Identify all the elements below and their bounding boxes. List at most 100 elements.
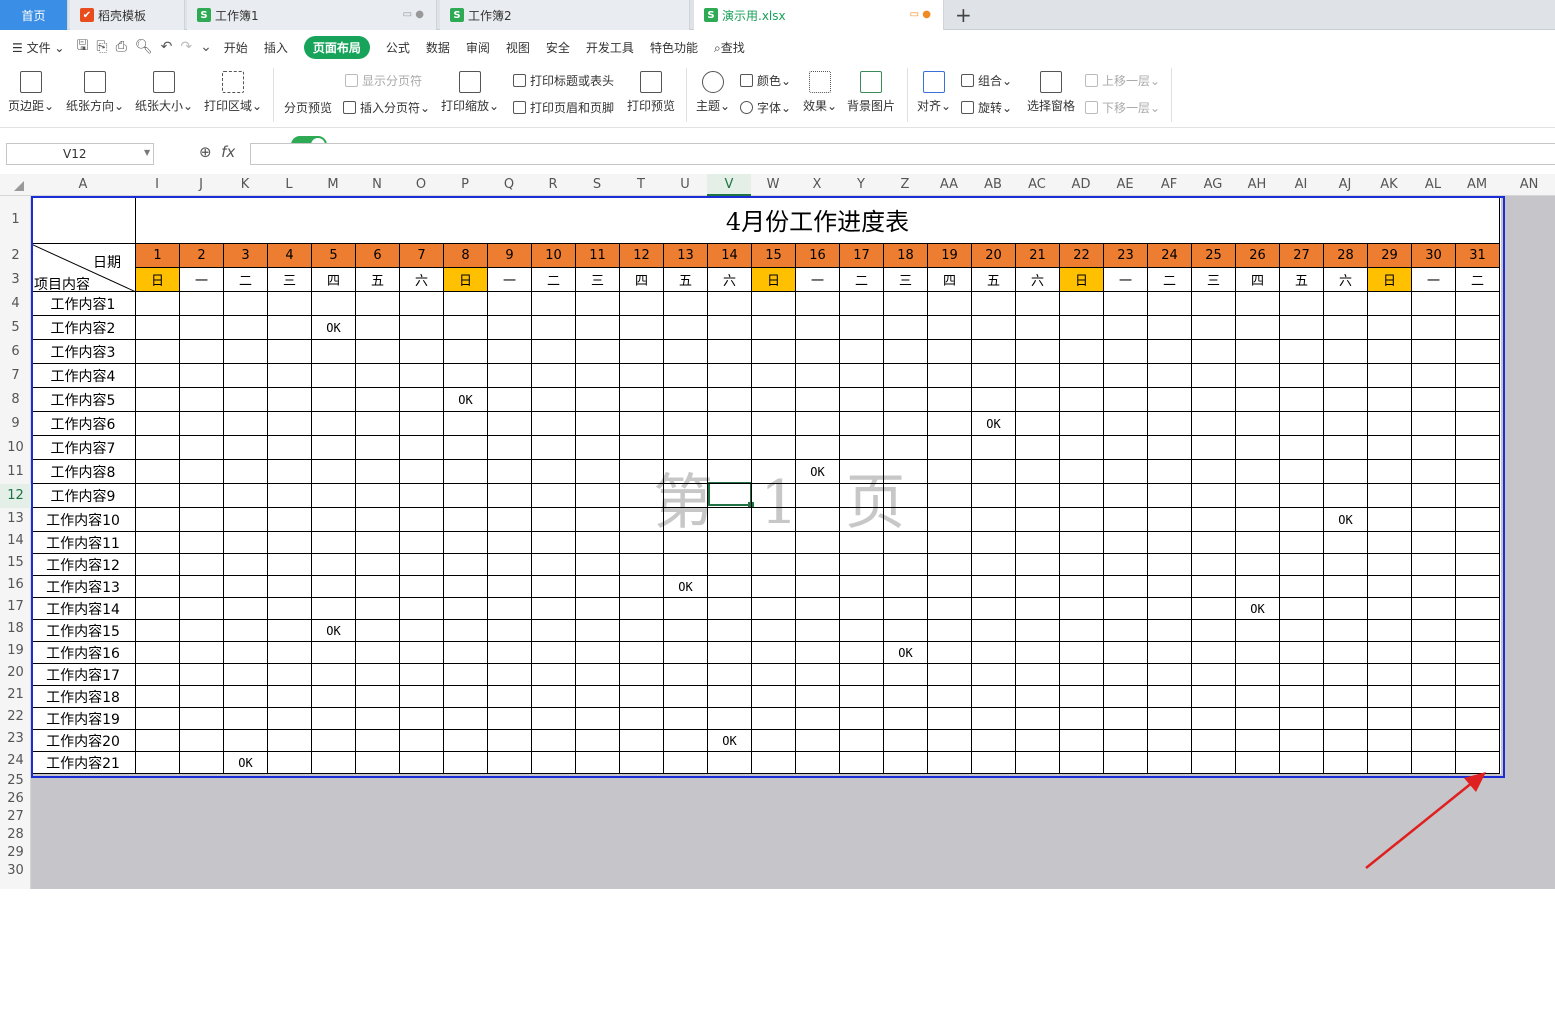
empty-cell[interactable] (1456, 576, 1500, 598)
row-header-25[interactable]: 25 (0, 772, 31, 790)
empty-cell[interactable] (356, 484, 400, 508)
empty-cell[interactable] (620, 316, 664, 340)
effects-button[interactable]: 效果⌄ (803, 71, 837, 114)
empty-cell[interactable] (312, 752, 356, 774)
empty-cell[interactable] (664, 364, 708, 388)
empty-cell[interactable] (928, 620, 972, 642)
row-header-11[interactable]: 11 (0, 460, 31, 484)
empty-cell[interactable] (576, 484, 620, 508)
empty-cell[interactable] (840, 642, 884, 664)
empty-cell[interactable] (796, 576, 840, 598)
empty-cell[interactable] (1412, 484, 1456, 508)
empty-cell[interactable] (752, 576, 796, 598)
empty-cell[interactable] (796, 292, 840, 316)
empty-cell[interactable] (1456, 484, 1500, 508)
menu-special[interactable]: 特色功能 (650, 39, 698, 56)
empty-cell[interactable] (224, 598, 268, 620)
empty-cell[interactable] (796, 340, 840, 364)
empty-cell[interactable] (840, 388, 884, 412)
empty-cell[interactable] (224, 664, 268, 686)
empty-cell[interactable] (488, 554, 532, 576)
empty-cell[interactable] (1104, 620, 1148, 642)
empty-cell[interactable] (1192, 436, 1236, 460)
column-header-n[interactable]: N (355, 174, 399, 196)
empty-cell[interactable] (972, 664, 1016, 686)
empty-cell[interactable] (268, 554, 312, 576)
column-header-ai[interactable]: AI (1279, 174, 1323, 196)
empty-cell[interactable] (1324, 412, 1368, 436)
new-tab-plus-icon[interactable]: + (955, 3, 972, 27)
empty-cell[interactable] (1368, 508, 1412, 532)
empty-cell[interactable] (708, 554, 752, 576)
weekday-cell[interactable]: 二 (532, 268, 576, 292)
empty-cell[interactable] (796, 484, 840, 508)
empty-cell[interactable] (1148, 642, 1192, 664)
empty-cell[interactable] (1192, 364, 1236, 388)
quick-access-more-icon[interactable]: ⌄ (200, 39, 212, 55)
empty-cell[interactable] (752, 686, 796, 708)
empty-cell[interactable] (1104, 532, 1148, 554)
weekday-cell[interactable]: 六 (400, 268, 444, 292)
empty-cell[interactable] (268, 730, 312, 752)
empty-cell[interactable] (224, 292, 268, 316)
empty-cell[interactable] (1016, 460, 1060, 484)
empty-cell[interactable] (312, 708, 356, 730)
column-header-ac[interactable]: AC (1015, 174, 1059, 196)
empty-cell[interactable] (1456, 598, 1500, 620)
empty-cell[interactable] (752, 554, 796, 576)
empty-cell[interactable] (1104, 316, 1148, 340)
empty-cell[interactable] (752, 412, 796, 436)
empty-cell[interactable] (444, 364, 488, 388)
empty-cell[interactable] (1148, 388, 1192, 412)
empty-cell[interactable] (796, 436, 840, 460)
empty-cell[interactable] (664, 316, 708, 340)
empty-cell[interactable] (884, 460, 928, 484)
empty-cell[interactable] (268, 752, 312, 774)
print-scale-button[interactable]: 打印缩放⌄ (441, 71, 499, 114)
empty-cell[interactable] (1412, 642, 1456, 664)
menu-page-layout[interactable]: 页面布局 (303, 35, 370, 59)
undo-icon[interactable]: ↶ (161, 39, 173, 55)
row-header-7[interactable]: 7 (0, 364, 31, 388)
empty-cell[interactable] (1412, 364, 1456, 388)
empty-cell[interactable] (752, 484, 796, 508)
empty-cell[interactable] (1236, 664, 1280, 686)
empty-cell[interactable] (268, 388, 312, 412)
column-header-m[interactable]: M (311, 174, 355, 196)
empty-cell[interactable] (840, 554, 884, 576)
empty-cell[interactable] (972, 508, 1016, 532)
empty-cell[interactable] (356, 436, 400, 460)
empty-cell[interactable] (620, 484, 664, 508)
empty-cell[interactable] (576, 708, 620, 730)
empty-cell[interactable] (180, 292, 224, 316)
empty-cell[interactable] (312, 642, 356, 664)
weekday-cell[interactable]: 一 (796, 268, 840, 292)
empty-cell[interactable] (356, 388, 400, 412)
empty-cell[interactable] (444, 412, 488, 436)
empty-cell[interactable] (444, 460, 488, 484)
row-header-17[interactable]: 17 (0, 596, 31, 618)
empty-cell[interactable] (180, 686, 224, 708)
weekday-cell[interactable]: 三 (268, 268, 312, 292)
page-preview-button[interactable]: 分页预览 (284, 99, 332, 116)
empty-cell[interactable] (708, 642, 752, 664)
empty-cell[interactable] (1368, 412, 1412, 436)
empty-cell[interactable] (1016, 436, 1060, 460)
empty-cell[interactable] (356, 576, 400, 598)
insert-page-break-button[interactable]: 插入分页符 ⌄ (343, 99, 430, 116)
empty-cell[interactable] (1016, 708, 1060, 730)
empty-cell[interactable] (224, 388, 268, 412)
ok-mark-cell[interactable]: OK (312, 316, 356, 340)
empty-cell[interactable] (356, 730, 400, 752)
bring-forward-button[interactable]: 上移一层 ⌄ (1085, 72, 1160, 89)
empty-cell[interactable] (1060, 708, 1104, 730)
row-header-16[interactable]: 16 (0, 574, 31, 596)
empty-cell[interactable] (1104, 436, 1148, 460)
empty-cell[interactable] (1368, 752, 1412, 774)
empty-cell[interactable] (972, 484, 1016, 508)
color-button[interactable]: 颜色 ⌄ (740, 72, 791, 89)
empty-cell[interactable] (180, 730, 224, 752)
column-header-aa[interactable]: AA (927, 174, 971, 196)
empty-cell[interactable] (400, 686, 444, 708)
empty-cell[interactable] (444, 484, 488, 508)
